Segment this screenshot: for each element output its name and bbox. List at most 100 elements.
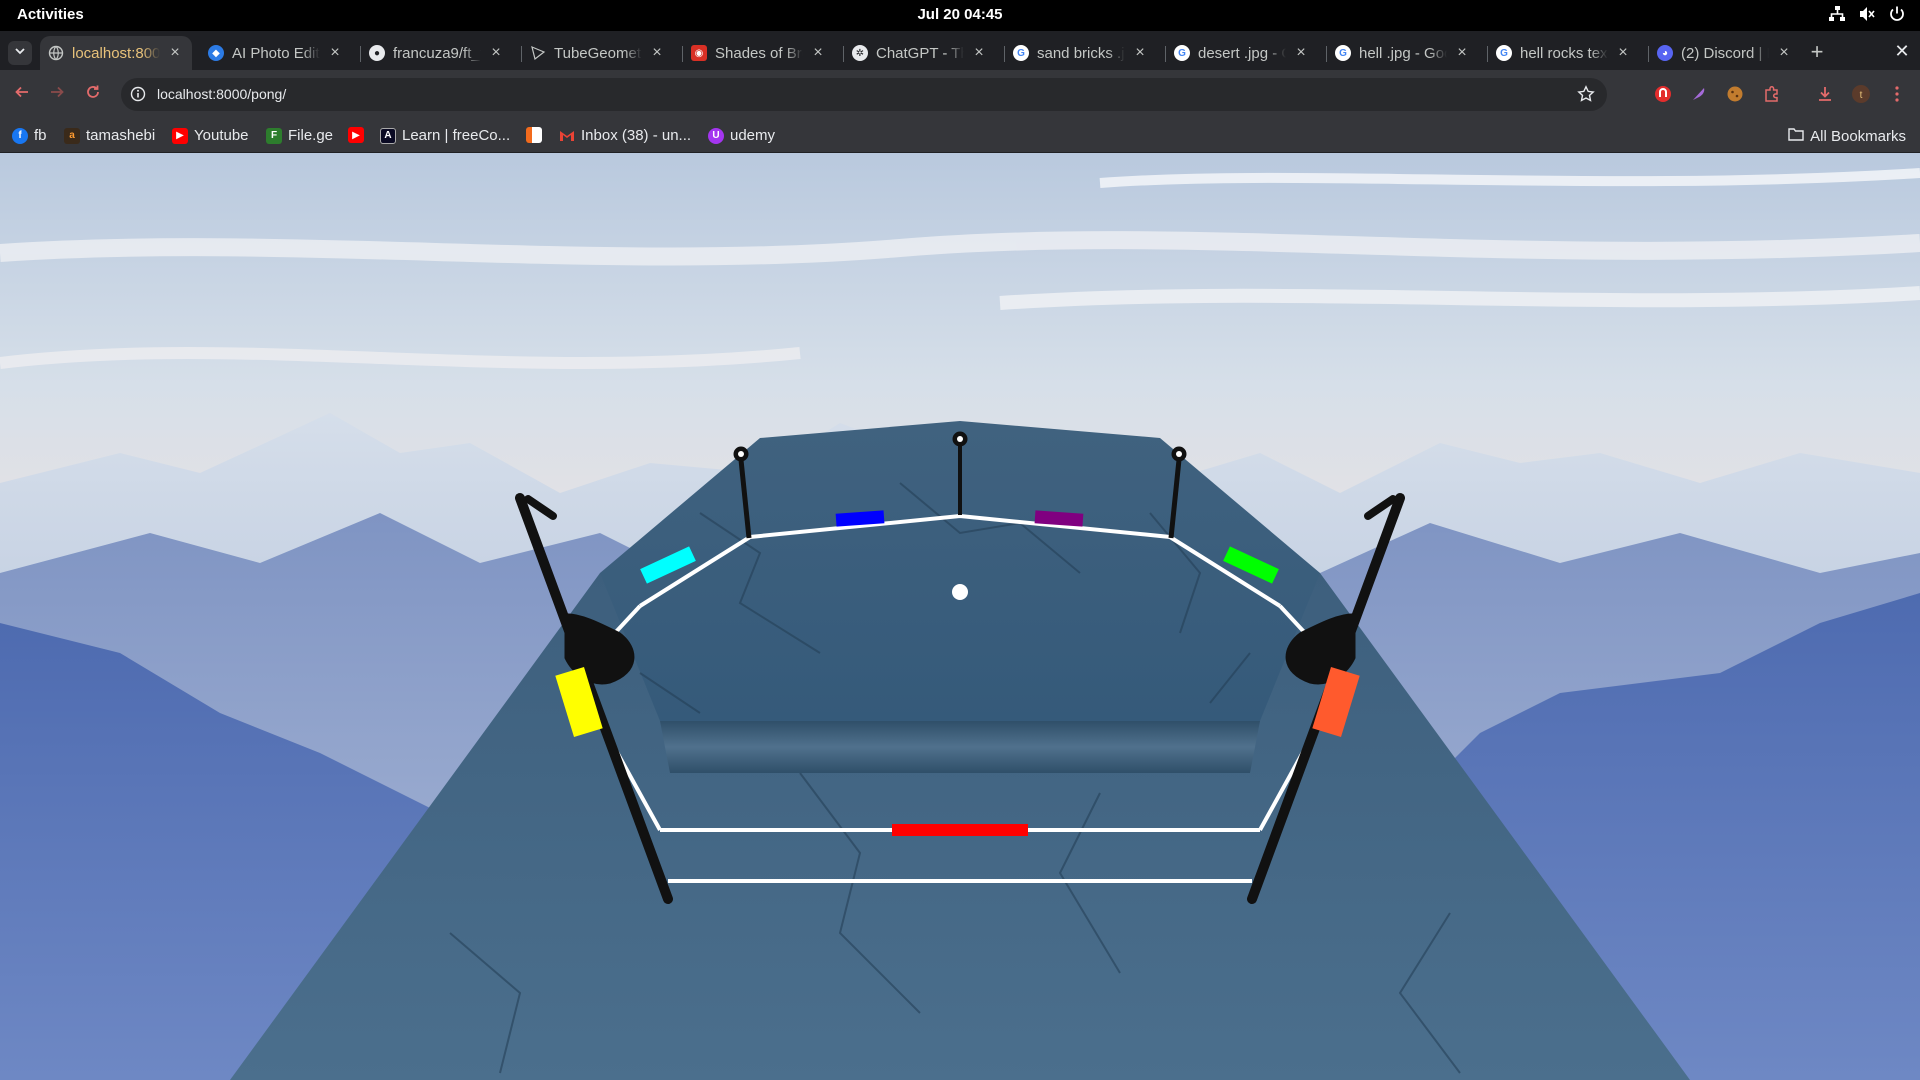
close-icon[interactable]: ×	[487, 44, 505, 62]
tab-shades-of-brown[interactable]: ◉ Shades of Brown ×	[683, 36, 835, 70]
tab-title: AI Photo Editor	[232, 44, 320, 62]
globe-icon	[48, 45, 64, 61]
tab-title: sand bricks .jpg	[1037, 44, 1125, 62]
bookmark-udemy[interactable]: U udemy	[708, 127, 775, 144]
new-tab-button[interactable]: +	[1805, 41, 1829, 65]
bookmark-file-ge[interactable]: F File.ge	[266, 127, 333, 144]
extension-red-icon[interactable]	[1653, 84, 1673, 104]
bookmark-label: fb	[34, 127, 47, 144]
bookmark-label: Inbox (38) - un...	[581, 127, 692, 144]
close-icon[interactable]: ×	[166, 44, 184, 62]
bookmark-icon	[526, 127, 542, 143]
close-icon[interactable]: ×	[1775, 44, 1793, 62]
arrow-left-icon	[14, 84, 30, 105]
tab-github[interactable]: ● francuza9/ft_transcendence ×	[361, 36, 513, 70]
address-bar[interactable]: localhost:8000/pong/	[121, 78, 1607, 111]
close-icon[interactable]: ×	[1614, 44, 1632, 62]
tab-hell-rocks[interactable]: G hell rocks texture ×	[1488, 36, 1640, 70]
google-icon: G	[1174, 45, 1190, 61]
extensions-puzzle-icon[interactable]	[1762, 84, 1782, 104]
chatgpt-icon: ✲	[852, 45, 868, 61]
google-icon: G	[1335, 45, 1351, 61]
tab-ai-photo-editor[interactable]: ◆ AI Photo Editor ×	[200, 36, 352, 70]
bookmark-youtube[interactable]: ▶ Youtube	[172, 127, 249, 144]
discord-icon: ◕	[1657, 45, 1673, 61]
folder-icon	[1788, 127, 1804, 145]
chevron-down-icon	[14, 44, 26, 62]
system-top-bar: Activities Jul 20 04:45	[0, 0, 1920, 31]
bookmark-label: Learn | freeCo...	[402, 127, 511, 144]
profile-avatar[interactable]: t	[1851, 84, 1871, 104]
palette-icon: ◉	[691, 45, 707, 61]
close-icon[interactable]: ×	[809, 44, 827, 62]
download-icon[interactable]	[1815, 84, 1835, 104]
all-bookmarks-button[interactable]: All Bookmarks	[1788, 127, 1906, 145]
pong-3d-scene[interactable]	[0, 153, 1920, 1080]
bookmark-tamashebi[interactable]: a tamashebi	[64, 127, 155, 144]
browser-toolbar: localhost:8000/pong/ t	[0, 70, 1920, 119]
tab-title: hell .jpg - Google	[1359, 44, 1447, 62]
activities-button[interactable]: Activities	[17, 6, 84, 23]
paddle-player-red	[892, 824, 1028, 836]
tab-tubegeometry[interactable]: TubeGeometry ×	[522, 36, 674, 70]
forward-button[interactable]	[46, 83, 68, 105]
close-icon[interactable]: ×	[1453, 44, 1471, 62]
tab-title: Shades of Brown	[715, 44, 803, 62]
extension-cookie-icon[interactable]	[1725, 84, 1745, 104]
back-button[interactable]	[11, 83, 33, 105]
tab-strip: localhost:8000/pong/ × ◆ AI Photo Editor…	[0, 31, 1920, 70]
tab-title: (2) Discord | Friends	[1681, 44, 1769, 62]
power-icon[interactable]	[1888, 5, 1906, 23]
youtube-icon: ▶	[348, 127, 364, 143]
clock[interactable]: Jul 20 04:45	[917, 6, 1002, 23]
close-icon[interactable]: ×	[1131, 44, 1149, 62]
clock-area: Jul 20 04:45	[0, 6, 1920, 23]
bookmark-gmail[interactable]: Inbox (38) - un...	[559, 127, 691, 144]
close-icon[interactable]: ×	[648, 44, 666, 62]
game-viewport[interactable]	[0, 153, 1920, 1080]
bookmark-youtube-2[interactable]: ▶	[348, 127, 364, 143]
reload-button[interactable]	[82, 83, 104, 105]
tab-hell[interactable]: G hell .jpg - Google ×	[1327, 36, 1479, 70]
extension-feather-icon[interactable]	[1689, 84, 1709, 104]
tab-title: desert .jpg - Google	[1198, 44, 1286, 62]
github-icon: ●	[369, 45, 385, 61]
tab-chatgpt[interactable]: ✲ ChatGPT - The ×	[844, 36, 996, 70]
tab-sand-bricks[interactable]: G sand bricks .jpg ×	[1005, 36, 1157, 70]
tab-discord[interactable]: ◕ (2) Discord | Friends ×	[1649, 36, 1801, 70]
window-close-icon[interactable]: ✕	[1892, 41, 1912, 61]
network-icon[interactable]	[1828, 5, 1846, 23]
gmail-icon	[559, 128, 575, 144]
tab-title: francuza9/ft_transcendence	[393, 44, 481, 62]
tab-title: ChatGPT - The	[876, 44, 964, 62]
all-bookmarks-label: All Bookmarks	[1810, 127, 1906, 145]
bookmark-freecodecamp[interactable]: A Learn | freeCo...	[380, 127, 510, 144]
close-icon[interactable]: ×	[1292, 44, 1310, 62]
bookmark-label: tamashebi	[86, 127, 156, 144]
tab-desert[interactable]: G desert .jpg - Google ×	[1166, 36, 1318, 70]
reload-icon	[85, 84, 101, 105]
google-icon: G	[1013, 45, 1029, 61]
bookmark-label: Youtube	[194, 127, 249, 144]
menu-kebab-icon[interactable]	[1887, 84, 1907, 104]
bookmark-fb[interactable]: f fb	[12, 127, 47, 144]
photo-editor-icon: ◆	[208, 45, 224, 61]
close-icon[interactable]: ×	[970, 44, 988, 62]
bookmark-label: udemy	[730, 127, 776, 144]
close-icon[interactable]: ×	[326, 44, 344, 62]
site-info-icon[interactable]	[130, 86, 146, 107]
tab-title: TubeGeometry	[554, 44, 642, 62]
url-text[interactable]: localhost:8000/pong/	[157, 86, 286, 102]
bookmark-label: File.ge	[288, 127, 334, 144]
bookmark-untitled[interactable]	[526, 127, 542, 143]
tab-title: hell rocks texture	[1520, 44, 1608, 62]
speaker-muted-icon[interactable]	[1858, 5, 1876, 23]
bookmark-star-icon[interactable]	[1577, 85, 1595, 108]
tab-pong[interactable]: localhost:8000/pong/ ×	[40, 36, 192, 70]
near-goal-strip	[660, 721, 1260, 773]
youtube-icon: ▶	[172, 127, 188, 144]
filege-icon: F	[266, 127, 282, 144]
tab-search-button[interactable]	[8, 41, 32, 65]
system-tray[interactable]	[1828, 5, 1906, 23]
svg-text:t: t	[1860, 90, 1863, 101]
